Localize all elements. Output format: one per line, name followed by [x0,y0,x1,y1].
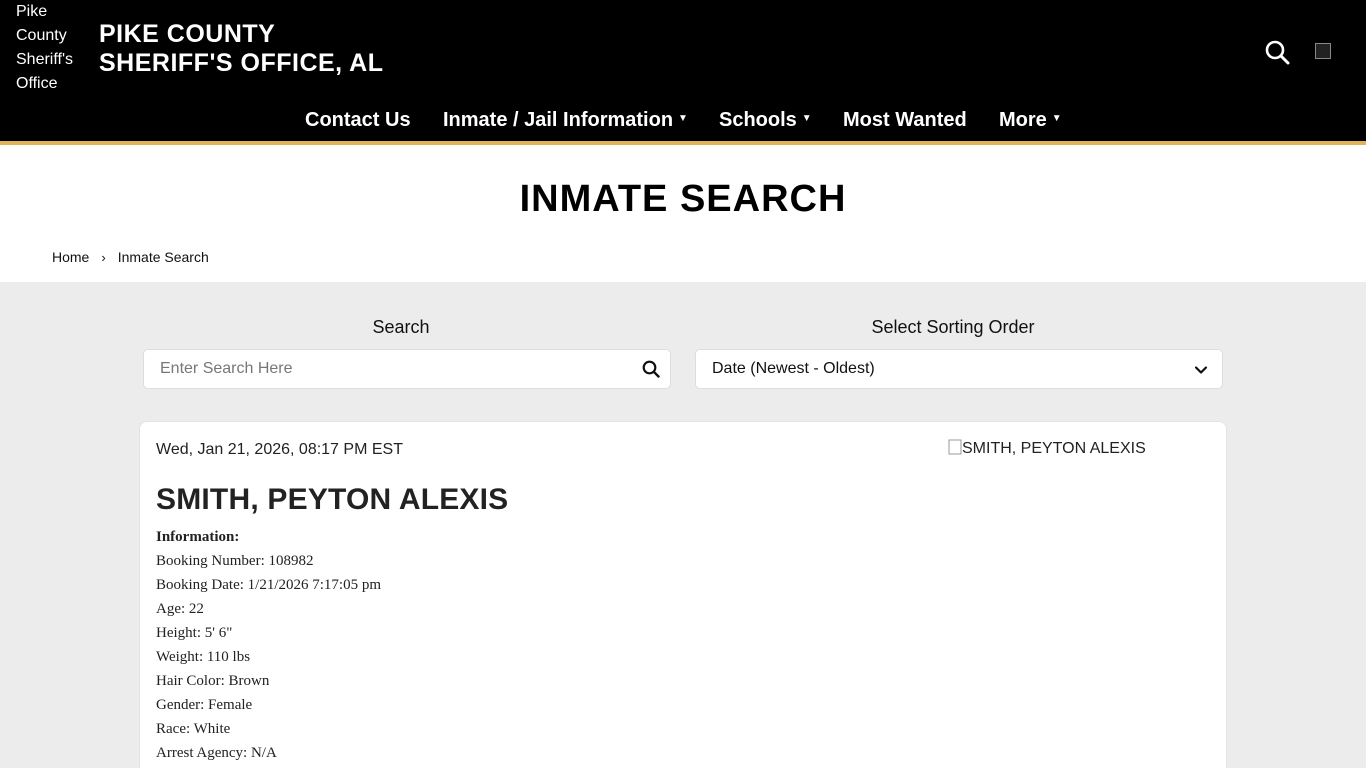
info-hair-color: Hair Color: Brown [156,673,270,689]
broken-image-icon [948,439,962,455]
site-header: Pike County Sheriff's Office PIKE COUNTY… [0,0,1366,141]
broken-image-icon[interactable] [1315,43,1331,59]
page-title: INMATE SEARCH [519,178,847,220]
nav-label: Most Wanted [843,109,967,131]
nav-more[interactable]: More ▼ [999,108,1062,133]
breadcrumb-home-link[interactable]: Home [52,249,89,265]
nav-contact-us[interactable]: Contact Us [305,108,411,132]
inmate-information: Information: Booking Number: 108982 Book… [156,525,381,765]
search-input[interactable] [160,350,630,388]
info-booking-date: Booking Date: 1/21/2026 7:17:05 pm [156,577,381,593]
nav-label: Inmate / Jail Information [443,109,674,131]
site-logo[interactable]: Pike County Sheriff's Office [16,0,86,96]
sort-order-select[interactable]: Date (Newest - Oldest) [695,349,1223,389]
site-title-line2: SHERIFF'S OFFICE, AL [99,49,384,77]
search-label: Search [372,317,430,337]
booking-datetime: Wed, Jan 21, 2026, 08:17 PM EST [156,441,403,458]
caret-down-icon: ▼ [1051,112,1062,124]
nav-label: Schools [719,109,797,131]
info-age: Age: 22 [156,601,204,617]
nav-most-wanted[interactable]: Most Wanted [843,108,967,132]
info-booking-number: Booking Number: 108982 [156,553,314,569]
search-field [143,349,671,389]
sort-selected-value: Date (Newest - Oldest) [712,360,875,377]
info-gender: Gender: Female [156,697,253,713]
search-icon[interactable] [642,360,660,378]
sort-label: Select Sorting Order [871,317,1035,337]
inmate-name[interactable]: SMITH, PEYTON ALEXIS [156,483,508,517]
breadcrumb: Home › Inmate Search [52,249,209,265]
caret-down-icon: ▼ [801,112,812,124]
info-race: Race: White [156,721,231,737]
search-icon [1265,40,1290,65]
chevron-down-icon [1194,366,1208,374]
nav-schools[interactable]: Schools ▼ [719,108,812,133]
info-weight: Weight: 110 lbs [156,649,251,665]
info-height: Height: 5' 6" [156,625,233,641]
nav-inmate-jail-information[interactable]: Inmate / Jail Information ▼ [443,108,688,133]
nav-label: More [999,109,1047,131]
nav-label: Contact Us [305,109,411,131]
inmate-photo[interactable]: SMITH, PEYTON ALEXIS [948,439,1168,463]
main-nav: Contact Us Inmate / Jail Information ▼ Sc… [0,100,1366,140]
site-title[interactable]: PIKE COUNTY SHERIFF'S OFFICE, AL [99,20,383,78]
info-arrest-agency: Arrest Agency: N/A [156,745,277,761]
breadcrumb-current: Inmate Search [117,249,209,265]
site-title-line1: PIKE COUNTY [99,20,276,48]
chevron-right-icon: › [101,250,106,265]
header-search-button[interactable] [1264,39,1292,67]
caret-down-icon: ▼ [678,112,688,124]
inmate-card[interactable]: Wed, Jan 21, 2026, 08:17 PM EST SMITH, P… [139,421,1227,768]
page-title-band: INMATE SEARCH Home › Inmate Search [0,145,1366,282]
info-heading: Information: [156,529,240,545]
inmate-photo-alt: SMITH, PEYTON ALEXIS [962,440,1146,457]
